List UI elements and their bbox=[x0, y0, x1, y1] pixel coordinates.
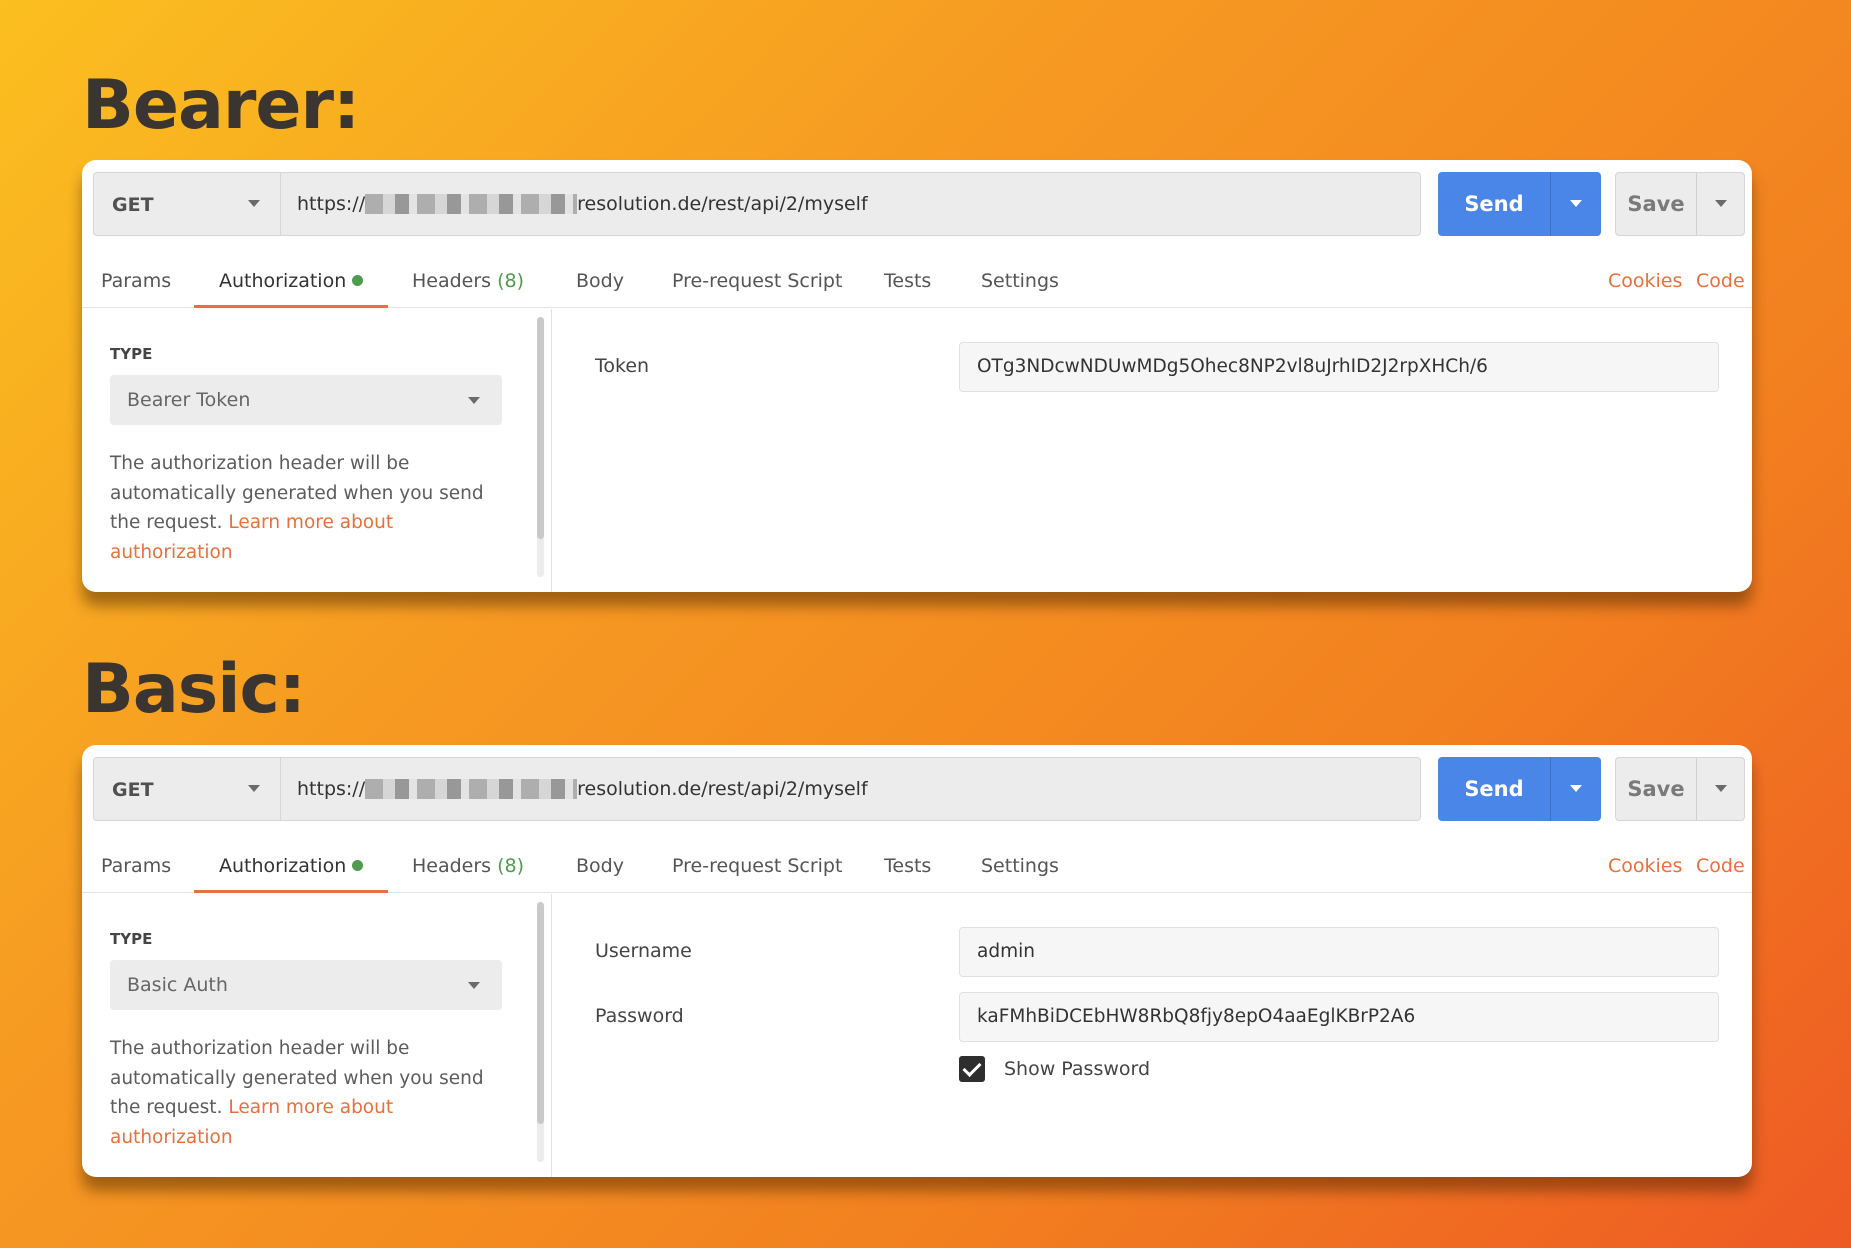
token-input[interactable]: OTg3NDcwNDUwMDg5Ohec8NP2vl8uJrhID2J2rpXH… bbox=[959, 342, 1719, 392]
tab-authorization[interactable]: Authorization bbox=[219, 270, 364, 292]
url-bar: GET https:// resolution.de/rest/api/2/mys… bbox=[93, 757, 1745, 821]
basic-heading: Basic: bbox=[82, 650, 306, 729]
tab-body[interactable]: Body bbox=[576, 270, 624, 292]
auth-type-value: Bearer Token bbox=[127, 389, 251, 411]
save-button[interactable]: Save bbox=[1615, 757, 1745, 821]
basic-request-panel: GET https:// resolution.de/rest/api/2/mys… bbox=[82, 745, 1752, 1177]
code-link[interactable]: Code bbox=[1696, 855, 1745, 877]
url-prefix: https:// bbox=[297, 778, 366, 800]
scrollbar[interactable] bbox=[537, 317, 544, 577]
auth-type-select[interactable]: Bearer Token bbox=[110, 375, 502, 425]
password-label: Password bbox=[595, 1005, 684, 1027]
headers-count: (8) bbox=[497, 270, 525, 292]
status-dot bbox=[352, 860, 364, 871]
tab-pre-request-script[interactable]: Pre-request Script bbox=[672, 855, 842, 877]
chevron-down-icon bbox=[248, 200, 260, 207]
auth-type-pane: TYPE Basic Auth The authorization header… bbox=[82, 894, 552, 1177]
show-password-checkbox[interactable] bbox=[959, 1056, 985, 1082]
headers-count: (8) bbox=[497, 855, 525, 877]
auth-help-text: The authorization header will be automat… bbox=[110, 1034, 500, 1152]
send-label: Send bbox=[1464, 777, 1524, 801]
save-options-button[interactable] bbox=[1696, 173, 1745, 235]
chevron-down-icon bbox=[1570, 200, 1582, 207]
method-select[interactable]: GET bbox=[93, 757, 281, 821]
auth-type-pane: TYPE Bearer Token The authorization head… bbox=[82, 309, 552, 592]
tab-settings[interactable]: Settings bbox=[981, 855, 1059, 877]
redacted-host bbox=[365, 194, 578, 214]
save-button[interactable]: Save bbox=[1615, 172, 1745, 236]
chevron-down-icon bbox=[1715, 785, 1727, 792]
url-suffix: resolution.de/rest/api/2/myself bbox=[577, 778, 868, 800]
save-label: Save bbox=[1627, 777, 1685, 801]
scrollbar-thumb[interactable] bbox=[537, 902, 544, 1124]
send-button[interactable]: Send bbox=[1438, 172, 1601, 236]
password-input[interactable]: kaFMhBiDCEbHW8RbQ8fjy8epO4aaEglKBrP2A6 bbox=[959, 992, 1719, 1042]
auth-type-select[interactable]: Basic Auth bbox=[110, 960, 502, 1010]
tab-authorization-label: Authorization bbox=[219, 270, 347, 292]
chevron-down-icon bbox=[468, 397, 480, 404]
tab-params[interactable]: Params bbox=[101, 270, 171, 292]
tab-authorization-label: Authorization bbox=[219, 855, 347, 877]
active-tab-underline bbox=[194, 890, 388, 893]
tab-headers[interactable]: Headers (8) bbox=[412, 270, 524, 292]
send-options-button[interactable] bbox=[1550, 172, 1601, 236]
url-suffix: resolution.de/rest/api/2/myself bbox=[577, 193, 868, 215]
scrollbar[interactable] bbox=[537, 902, 544, 1162]
show-password-label[interactable]: Show Password bbox=[1004, 1058, 1150, 1080]
save-options-button[interactable] bbox=[1696, 758, 1745, 820]
auth-help-text: The authorization header will be automat… bbox=[110, 449, 500, 567]
bearer-heading: Bearer: bbox=[82, 66, 360, 145]
url-prefix: https:// bbox=[297, 193, 366, 215]
redacted-host bbox=[365, 779, 578, 799]
status-dot bbox=[352, 275, 364, 286]
tab-settings[interactable]: Settings bbox=[981, 270, 1059, 292]
save-label: Save bbox=[1627, 192, 1685, 216]
url-input[interactable]: https:// resolution.de/rest/api/2/myself bbox=[281, 757, 1421, 821]
request-tabs: Params Authorization Headers (8) Body Pr… bbox=[82, 256, 1752, 308]
token-label: Token bbox=[595, 355, 650, 377]
url-bar: GET https:// resolution.de/rest/api/2/mys… bbox=[93, 172, 1745, 236]
method-label: GET bbox=[112, 779, 154, 801]
chevron-down-icon bbox=[468, 982, 480, 989]
url-input[interactable]: https:// resolution.de/rest/api/2/myself bbox=[281, 172, 1421, 236]
cookies-link[interactable]: Cookies bbox=[1608, 270, 1682, 292]
send-options-button[interactable] bbox=[1550, 757, 1601, 821]
tab-pre-request-script[interactable]: Pre-request Script bbox=[672, 270, 842, 292]
tab-headers-label: Headers bbox=[412, 270, 492, 292]
username-input[interactable]: admin bbox=[959, 927, 1719, 977]
bearer-request-panel: GET https:// resolution.de/rest/api/2/mys… bbox=[82, 160, 1752, 592]
chevron-down-icon bbox=[1715, 200, 1727, 207]
type-label: TYPE bbox=[110, 930, 153, 948]
tab-tests[interactable]: Tests bbox=[884, 855, 931, 877]
active-tab-underline bbox=[194, 305, 388, 308]
code-link[interactable]: Code bbox=[1696, 270, 1745, 292]
tab-headers-label: Headers bbox=[412, 855, 492, 877]
tab-body[interactable]: Body bbox=[576, 855, 624, 877]
tab-headers[interactable]: Headers (8) bbox=[412, 855, 524, 877]
method-select[interactable]: GET bbox=[93, 172, 281, 236]
tab-params[interactable]: Params bbox=[101, 855, 171, 877]
send-button[interactable]: Send bbox=[1438, 757, 1601, 821]
type-label: TYPE bbox=[110, 345, 153, 363]
scrollbar-thumb[interactable] bbox=[537, 317, 544, 539]
request-tabs: Params Authorization Headers (8) Body Pr… bbox=[82, 841, 1752, 893]
cookies-link[interactable]: Cookies bbox=[1608, 855, 1682, 877]
send-label: Send bbox=[1464, 192, 1524, 216]
tab-authorization[interactable]: Authorization bbox=[219, 855, 364, 877]
method-label: GET bbox=[112, 194, 154, 216]
chevron-down-icon bbox=[1570, 785, 1582, 792]
tab-tests[interactable]: Tests bbox=[884, 270, 931, 292]
chevron-down-icon bbox=[248, 785, 260, 792]
auth-type-value: Basic Auth bbox=[127, 974, 228, 996]
username-label: Username bbox=[595, 940, 692, 962]
